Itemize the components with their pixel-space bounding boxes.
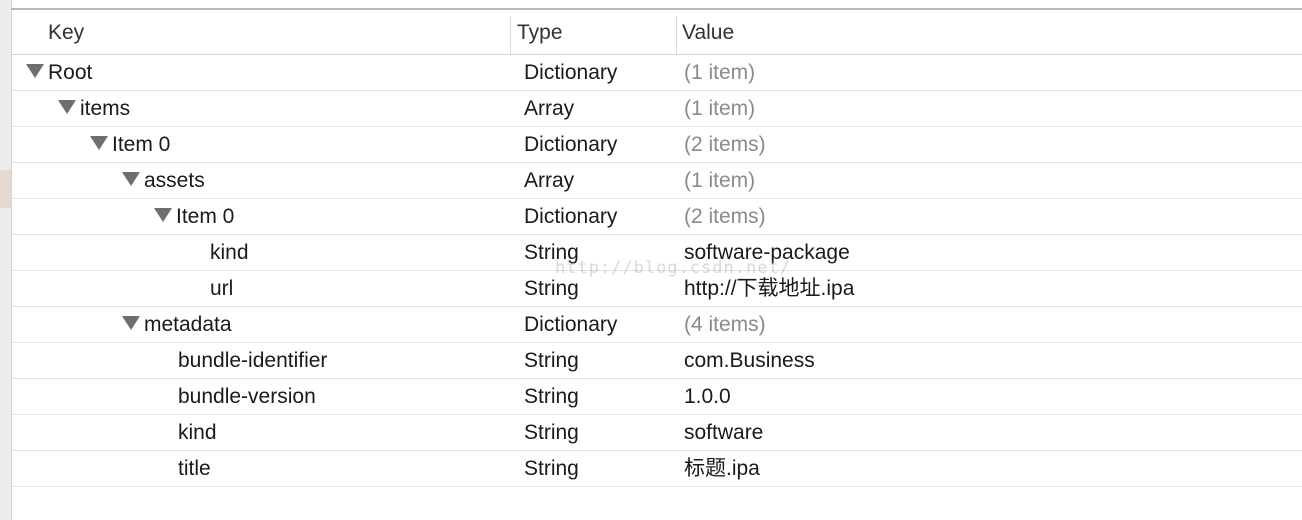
row-key-label: Root [48, 61, 93, 84]
disclosure-triangle-icon[interactable] [26, 64, 44, 79]
row-key-label: Item 0 [176, 205, 235, 228]
row-value[interactable]: 标题.ipa [684, 451, 760, 486]
row-key-label: assets [144, 169, 205, 192]
row-type[interactable]: String [524, 415, 579, 450]
row-value[interactable]: 1.0.0 [684, 379, 731, 414]
row-key-label: metadata [144, 313, 232, 336]
row-value: (2 items) [684, 133, 766, 156]
row-value: (2 items) [684, 205, 766, 228]
row-value[interactable]: com.Business [684, 343, 815, 378]
gutter-highlight [0, 170, 11, 208]
row-type[interactable]: String [524, 379, 579, 414]
row-key[interactable]: Item 0 [90, 127, 170, 162]
disclosure-triangle-icon[interactable] [122, 172, 140, 187]
row-value: (4 items) [684, 313, 766, 336]
left-gutter [0, 0, 12, 520]
row-value[interactable]: http://下载地址.ipa [684, 271, 854, 306]
table-row[interactable]: url String http://下载地址.ipa [12, 271, 1302, 307]
row-key[interactable]: url [210, 271, 233, 306]
disclosure-triangle-icon[interactable] [122, 316, 140, 331]
row-key-label: Item 0 [112, 133, 171, 156]
row-value: (1 item) [684, 169, 756, 192]
row-key[interactable]: items [58, 91, 130, 126]
plist-editor-window: Key Type Value Root Dictionary (1 item) … [0, 0, 1302, 520]
row-type[interactable]: Dictionary [524, 55, 617, 90]
table-row[interactable]: Item 0 Dictionary (2 items) [12, 199, 1302, 235]
table-row[interactable]: items Array (1 item) [12, 91, 1302, 127]
row-key[interactable]: assets [122, 163, 205, 198]
disclosure-triangle-icon[interactable] [90, 136, 108, 151]
table-row[interactable]: title String 标题.ipa [12, 451, 1302, 487]
row-key[interactable]: Item 0 [154, 199, 234, 234]
row-value: (1 item) [684, 61, 756, 84]
table-row[interactable]: assets Array (1 item) [12, 163, 1302, 199]
column-header-type[interactable]: Type [517, 10, 563, 54]
table-row[interactable]: bundle-identifier String com.Business [12, 343, 1302, 379]
table-row[interactable]: kind String software-package [12, 235, 1302, 271]
row-key[interactable]: kind [210, 235, 249, 270]
plist-outline: Root Dictionary (1 item) items Array (1 … [12, 55, 1302, 487]
row-key[interactable]: bundle-identifier [178, 343, 327, 378]
table-row[interactable]: metadata Dictionary (4 items) [12, 307, 1302, 343]
row-key[interactable]: metadata [122, 307, 232, 342]
row-type[interactable]: Array [524, 91, 574, 126]
row-type[interactable]: String [524, 271, 579, 306]
column-header-value[interactable]: Value [682, 10, 734, 54]
column-separator[interactable] [676, 16, 677, 54]
row-value[interactable]: software-package [684, 235, 850, 270]
row-key[interactable]: kind [178, 415, 217, 450]
column-header: Key Type Value [12, 10, 1302, 55]
row-type[interactable]: Dictionary [524, 127, 617, 162]
row-key-label: items [80, 97, 131, 120]
disclosure-triangle-icon[interactable] [154, 208, 172, 223]
disclosure-triangle-icon[interactable] [58, 100, 76, 115]
row-type[interactable]: Dictionary [524, 199, 617, 234]
column-header-key[interactable]: Key [48, 10, 84, 54]
row-type[interactable]: String [524, 235, 579, 270]
row-value: (1 item) [684, 97, 756, 120]
table-row[interactable]: kind String software [12, 415, 1302, 451]
row-key[interactable]: title [178, 451, 211, 486]
row-key[interactable]: Root [26, 55, 92, 90]
row-type[interactable]: String [524, 343, 579, 378]
row-type[interactable]: String [524, 451, 579, 486]
table-row[interactable]: Item 0 Dictionary (2 items) [12, 127, 1302, 163]
row-key[interactable]: bundle-version [178, 379, 316, 414]
row-type[interactable]: Dictionary [524, 307, 617, 342]
column-separator[interactable] [510, 16, 511, 54]
table-row[interactable]: bundle-version String 1.0.0 [12, 379, 1302, 415]
row-type[interactable]: Array [524, 163, 574, 198]
table-row[interactable]: Root Dictionary (1 item) [12, 55, 1302, 91]
row-value[interactable]: software [684, 415, 763, 450]
